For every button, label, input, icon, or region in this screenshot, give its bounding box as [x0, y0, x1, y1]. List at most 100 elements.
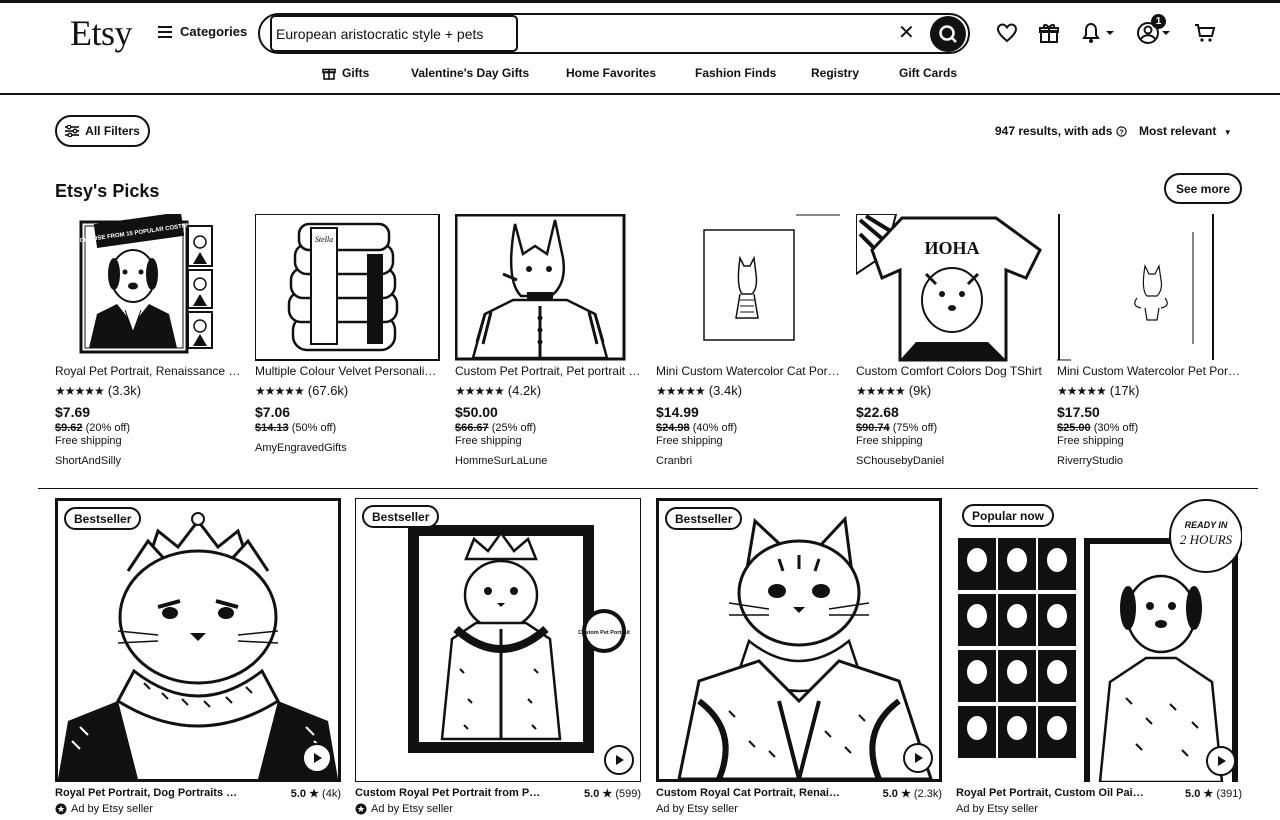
- rating-count: (4.2k): [507, 383, 542, 398]
- shop-name[interactable]: HommeSurLaLune: [455, 455, 641, 467]
- shipping-info: Free shipping: [455, 435, 522, 447]
- section-divider: [38, 488, 1258, 489]
- search-input[interactable]: [270, 15, 518, 52]
- svg-text:Stella: Stella: [315, 235, 333, 244]
- listing-card[interactable]: Bestseller Custom Pet Portrait Custom Ro…: [355, 498, 641, 815]
- pick-card[interactable]: Stella Multiple Colour Velvet Personalis…: [255, 214, 441, 454]
- discount: (50% off): [291, 422, 337, 434]
- header-divider: [0, 93, 1280, 95]
- original-price-row: $66.67 (25% off): [455, 422, 641, 434]
- nav-registry[interactable]: Registry: [811, 66, 859, 80]
- sort-dropdown[interactable]: Most relevant ▼: [1139, 124, 1232, 138]
- ad-label: Ad by Etsy seller: [656, 803, 942, 815]
- star-rating-icon: ★★★★★: [1057, 383, 1107, 398]
- pick-card[interactable]: CHOOSE FROM 15 POPULAR COSTUMES Royal Pe…: [55, 214, 241, 467]
- listing-title: Royal Pet Portrait, Dog Portraits Custom: [55, 787, 245, 799]
- star-icon: ★: [900, 788, 911, 800]
- rating: ★★★★★ (9k): [856, 383, 1042, 398]
- rating-count: (67.6k): [307, 383, 349, 398]
- rating: ★★★★★ (67.6k): [255, 383, 441, 398]
- listing-image: Popular now READY IN 2 HOURS: [956, 498, 1242, 782]
- gift-icon: [322, 68, 336, 80]
- star-seller-icon: [355, 803, 367, 815]
- original-price: $9.62: [55, 422, 83, 434]
- search-button[interactable]: [930, 16, 966, 52]
- search-icon: [939, 25, 957, 43]
- price: $22.68: [856, 404, 899, 420]
- listing-rating: 5.0 ★ (2.3k): [883, 787, 942, 800]
- listing-card[interactable]: Bestseller Royal Pet Portrait, Dog Portr…: [55, 498, 341, 815]
- rating-count: (3.4k): [708, 383, 743, 398]
- svg-text:ИОНА: ИОНА: [924, 238, 979, 258]
- product-image: [656, 214, 842, 362]
- clear-search-icon[interactable]: ✕: [898, 23, 915, 43]
- price: $50.00: [455, 404, 498, 420]
- original-price-row: $9.62 (20% off): [55, 422, 241, 434]
- listing-image: Bestseller Custom Pet Portrait: [355, 498, 641, 782]
- shop-name[interactable]: ShortAndSilly: [55, 455, 241, 467]
- play-video-icon[interactable]: [302, 743, 332, 773]
- original-price: $14.13: [255, 422, 289, 434]
- product-title: Mini Custom Watercolor Pet Portrait: [1057, 364, 1243, 378]
- nav-valentines-day-gifts[interactable]: Valentine's Day Gifts: [411, 66, 529, 80]
- etsy-logo[interactable]: Etsy: [70, 12, 133, 54]
- categories-button[interactable]: Categories: [158, 24, 247, 39]
- product-title: Multiple Colour Velvet Personalised Dog …: [255, 364, 441, 378]
- original-price: $66.67: [455, 422, 489, 434]
- listing-card[interactable]: Popular now READY IN 2 HOURS Royal Pet P…: [956, 498, 1242, 815]
- gift-icon[interactable]: [1036, 20, 1062, 46]
- original-price: $24.98: [656, 422, 690, 434]
- product-image: Stella: [255, 214, 441, 362]
- product-title: Custom Pet Portrait, Pet portrait from p…: [455, 364, 641, 378]
- two-hours-text: 2 HOURS: [1180, 532, 1233, 547]
- see-more-button[interactable]: See more: [1164, 173, 1242, 204]
- star-rating-icon: ★★★★★: [455, 383, 505, 398]
- listing-image: Bestseller: [55, 498, 341, 782]
- filter-sliders-icon: [65, 125, 80, 137]
- nav-home-favorites[interactable]: Home Favorites: [566, 66, 656, 80]
- nav-gift-cards[interactable]: Gift Cards: [899, 66, 957, 80]
- price: $7.06: [255, 404, 291, 420]
- ad-label: Ad by Etsy seller: [355, 803, 641, 815]
- listing-title: Custom Royal Cat Portrait, Renaissance: [656, 787, 846, 799]
- svg-text:?: ?: [1120, 127, 1125, 136]
- product-image: CHOOSE FROM 15 POPULAR COSTUMES: [55, 214, 241, 362]
- listing-info-row: Custom Royal Cat Portrait, Renaissance 5…: [656, 787, 942, 800]
- cart-icon[interactable]: [1192, 20, 1218, 46]
- shop-name[interactable]: RiverryStudio: [1057, 455, 1243, 467]
- listing-info-row: Custom Royal Pet Portrait from Photo 5.0…: [355, 787, 641, 800]
- shipping-info: Free shipping: [1057, 435, 1124, 447]
- pick-card[interactable]: ИОНА Custom Comfort Colors Dog TShirt ★★…: [856, 214, 1042, 467]
- shop-name[interactable]: Cranbri: [656, 455, 842, 467]
- sort-label: Most relevant: [1139, 124, 1217, 138]
- play-video-icon[interactable]: [1206, 746, 1236, 776]
- shop-name[interactable]: AmyEngravedGifts: [255, 442, 441, 454]
- listing-card[interactable]: Bestseller Custom Royal Cat Portrait, Re…: [656, 498, 942, 815]
- listing-info-row: Royal Pet Portrait, Dog Portraits Custom…: [55, 787, 341, 800]
- listing-image: Bestseller: [656, 498, 942, 782]
- product-image: [1057, 214, 1243, 362]
- pick-card[interactable]: Custom Pet Portrait, Pet portrait from p…: [455, 214, 641, 467]
- favorites-heart-icon[interactable]: [994, 20, 1020, 46]
- all-filters-button[interactable]: All Filters: [55, 115, 150, 147]
- rating: ★★★★★ (3.4k): [656, 383, 842, 398]
- product-title: Royal Pet Portrait, Renaissance Pet Port…: [55, 364, 241, 378]
- shipping-info: Free shipping: [856, 435, 923, 447]
- nav-gifts[interactable]: Gifts: [322, 66, 369, 80]
- notifications-bell-icon[interactable]: [1078, 20, 1118, 46]
- shipping-info: Free shipping: [656, 435, 723, 447]
- star-rating-icon: ★★★★★: [656, 383, 706, 398]
- pick-card[interactable]: Mini Custom Watercolor Cat Portrait ★★★★…: [656, 214, 842, 467]
- play-video-icon[interactable]: [604, 745, 634, 775]
- rating: ★★★★★ (3.3k): [55, 383, 241, 398]
- play-video-icon[interactable]: [903, 743, 933, 773]
- pick-card[interactable]: Mini Custom Watercolor Pet Portrait ★★★★…: [1057, 214, 1243, 467]
- review-count: (599): [615, 788, 641, 800]
- bestseller-badge: Bestseller: [64, 507, 142, 530]
- ad-text: Ad by Etsy seller: [71, 803, 153, 815]
- filters-label: All Filters: [85, 124, 140, 138]
- price: $7.69: [55, 404, 91, 420]
- nav-fashion-finds[interactable]: Fashion Finds: [695, 66, 776, 80]
- shop-name[interactable]: SChousebyDaniel: [856, 455, 1042, 467]
- info-icon[interactable]: ?: [1116, 125, 1128, 137]
